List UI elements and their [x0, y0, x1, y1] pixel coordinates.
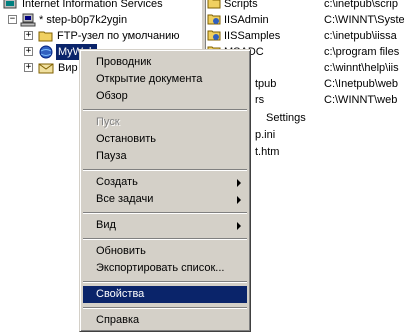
list-item-name: Scripts — [224, 0, 258, 10]
menu-item-pause[interactable]: Пауза — [83, 148, 247, 165]
tree-item-server[interactable]: − * step-b0p7k2ygin — [0, 12, 200, 28]
submenu-arrow-icon — [237, 179, 241, 187]
list-item-name: IISSamples — [224, 30, 281, 42]
list-item-name: p.ini — [255, 129, 276, 141]
menu-item-refresh[interactable]: Обновить — [83, 243, 247, 260]
list-item-name: tpub — [255, 78, 277, 90]
menu-item-browse[interactable]: Обзор — [83, 88, 247, 105]
globe-icon — [38, 45, 54, 59]
menu-item-explorer[interactable]: Проводник — [83, 54, 247, 71]
menu-item-create[interactable]: Создать — [83, 174, 247, 191]
menu-item-start: Пуск — [96, 116, 120, 128]
expand-icon[interactable]: + — [24, 63, 33, 72]
menu-separator — [83, 238, 247, 240]
menu-item-help[interactable]: Справка — [83, 312, 247, 329]
menu-item-properties[interactable]: Свойства — [83, 286, 247, 303]
tree-label-ftp: FTP-узел по умолчанию — [57, 30, 180, 42]
context-menu[interactable]: Проводник Открытие документа Обзор Пуск … — [79, 49, 251, 332]
menu-item-stop[interactable]: Остановить — [83, 131, 247, 148]
list-item-name: Settings — [266, 112, 306, 124]
list-item-name: rs — [255, 94, 265, 106]
list-item[interactable]: Scripts c:\inetpub\scrip — [206, 0, 404, 12]
menu-separator — [83, 109, 247, 111]
list-item[interactable]: IISAdmin C:\WINNT\Syste — [206, 12, 404, 28]
menu-item-view[interactable]: Вид — [83, 217, 247, 234]
list-item-path: C:\Inetpub\web — [324, 78, 398, 90]
globe-folder-icon — [207, 13, 221, 26]
menu-item-label: Все задачи — [96, 193, 154, 205]
collapse-icon[interactable]: − — [8, 15, 17, 24]
tree-label-virtual: Вир — [58, 62, 78, 74]
menu-separator — [83, 307, 247, 309]
list-item-path: C:\WINNT\Syste — [324, 14, 404, 26]
list-item-path: c:\inetpub\iissa — [324, 30, 397, 42]
menu-separator — [83, 212, 247, 214]
submenu-arrow-icon — [237, 196, 241, 204]
tree-item-ftp[interactable]: + FTP-узел по умолчанию — [0, 28, 200, 44]
globe-folder-icon — [207, 29, 221, 42]
list-item[interactable]: IISSamples c:\inetpub\iissa — [206, 28, 404, 44]
list-item-path: c:\inetpub\scrip — [324, 0, 398, 10]
expand-icon[interactable]: + — [24, 31, 33, 40]
iis-icon — [3, 0, 19, 11]
tree-item-iis-root[interactable]: Internet Information Services — [0, 0, 200, 12]
list-item-path: c:\program files — [324, 46, 400, 58]
list-item-name: t.htm — [255, 146, 280, 158]
expand-icon[interactable]: + — [24, 47, 33, 56]
menu-item-export-list[interactable]: Экспортировать список... — [83, 260, 247, 277]
menu-item-all-tasks[interactable]: Все задачи — [83, 191, 247, 208]
folder-icon — [207, 0, 221, 10]
submenu-arrow-icon — [237, 222, 241, 230]
menu-separator — [83, 281, 247, 283]
menu-separator — [83, 169, 247, 171]
menu-item-label: Создать — [96, 176, 138, 188]
list-item-name: IISAdmin — [224, 14, 269, 26]
tree-label-server: * step-b0p7k2ygin — [39, 14, 128, 26]
tree-label-root: Internet Information Services — [22, 0, 163, 10]
folder-icon — [38, 29, 54, 43]
list-item-path: c:\winnt\help\iis — [324, 62, 399, 74]
computer-icon — [20, 13, 36, 27]
menu-item-open-document[interactable]: Открытие документа — [83, 71, 247, 88]
mail-icon — [38, 61, 54, 75]
list-item-path: C:\WINNT\web — [324, 94, 398, 106]
menu-item-label: Вид — [96, 219, 116, 231]
